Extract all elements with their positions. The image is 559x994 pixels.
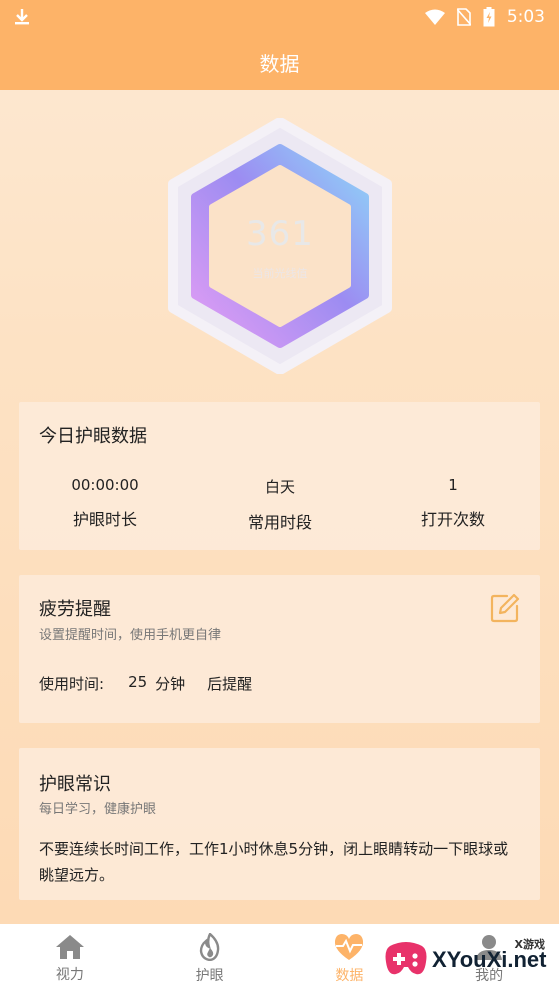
nav-item-eyecare[interactable]: 护眼 — [140, 924, 280, 994]
status-bar: 5:03 — [0, 0, 559, 34]
status-time: 5:03 — [506, 7, 545, 27]
edit-icon[interactable] — [490, 593, 520, 623]
page-title: 数据 — [259, 51, 300, 76]
fatigue-title: 疲劳提醒 — [39, 599, 111, 620]
today-data-card: 今日护眼数据 00:00:00 护眼时长 白天 常用时段 1 打开次数 — [19, 402, 540, 550]
fatigue-reminder-card: 疲劳提醒 设置提醒时间，使用手机更自律 使用时间: 25 分钟 后提醒 — [19, 575, 540, 723]
eye-knowledge-card: 护眼常识 每日学习，健康护眼 不要连续长时间工作，工作1小时休息5分钟，闭上眼睛… — [19, 748, 540, 900]
today-title: 今日护眼数据 — [39, 426, 147, 447]
stat-opens: 1 打开次数 — [373, 476, 533, 530]
no-sim-icon — [456, 8, 471, 26]
knowledge-subtitle: 每日学习，健康护眼 — [39, 802, 157, 817]
heart-pulse-icon — [335, 934, 364, 960]
stat-label: 护眼时长 — [72, 510, 137, 529]
watermark: XYouXi.net X游戏 — [384, 930, 559, 990]
nav-label: 数据 — [335, 968, 364, 984]
download-icon — [15, 9, 29, 25]
nav-item-vision[interactable]: 视力 — [0, 924, 140, 994]
fire-icon — [199, 933, 219, 961]
nav-label: 护眼 — [195, 968, 224, 984]
fatigue-subtitle: 设置提醒时间，使用手机更自律 — [39, 628, 222, 643]
wifi-icon — [424, 9, 445, 25]
app-bar: 数据 — [0, 34, 559, 90]
stat-value: 白天 — [264, 478, 295, 496]
stat-label: 常用时段 — [247, 513, 312, 532]
reminder-setting[interactable]: 使用时间: 25 分钟 后提醒 — [39, 673, 252, 694]
knowledge-text: 不要连续长时间工作，工作1小时休息5分钟，闭上眼睛转动一下眼球或眺望远方。 — [39, 840, 509, 884]
stat-label: 打开次数 — [420, 510, 485, 529]
stat-period: 白天 常用时段 — [200, 476, 360, 533]
stat-value: 1 — [448, 476, 458, 494]
home-icon — [55, 935, 84, 959]
usage-label: 使用时间: — [39, 675, 105, 693]
nav-label: 视力 — [55, 967, 84, 983]
stat-duration: 00:00:00 护眼时长 — [25, 476, 185, 530]
battery-icon — [483, 7, 495, 27]
stat-value: 00:00:00 — [71, 476, 139, 494]
light-label: 当前光线值 — [252, 267, 308, 280]
watermark-small: X游戏 — [514, 938, 545, 951]
light-value: 361 — [246, 214, 314, 254]
reminder-minutes[interactable]: 25 — [128, 673, 147, 694]
gamepad-logo-icon — [385, 942, 427, 975]
minutes-unit: 分钟 — [155, 675, 186, 693]
after-label: 后提醒 — [207, 675, 253, 693]
light-gauge: 361 当前光线值 — [165, 117, 395, 375]
knowledge-title: 护眼常识 — [39, 774, 111, 795]
